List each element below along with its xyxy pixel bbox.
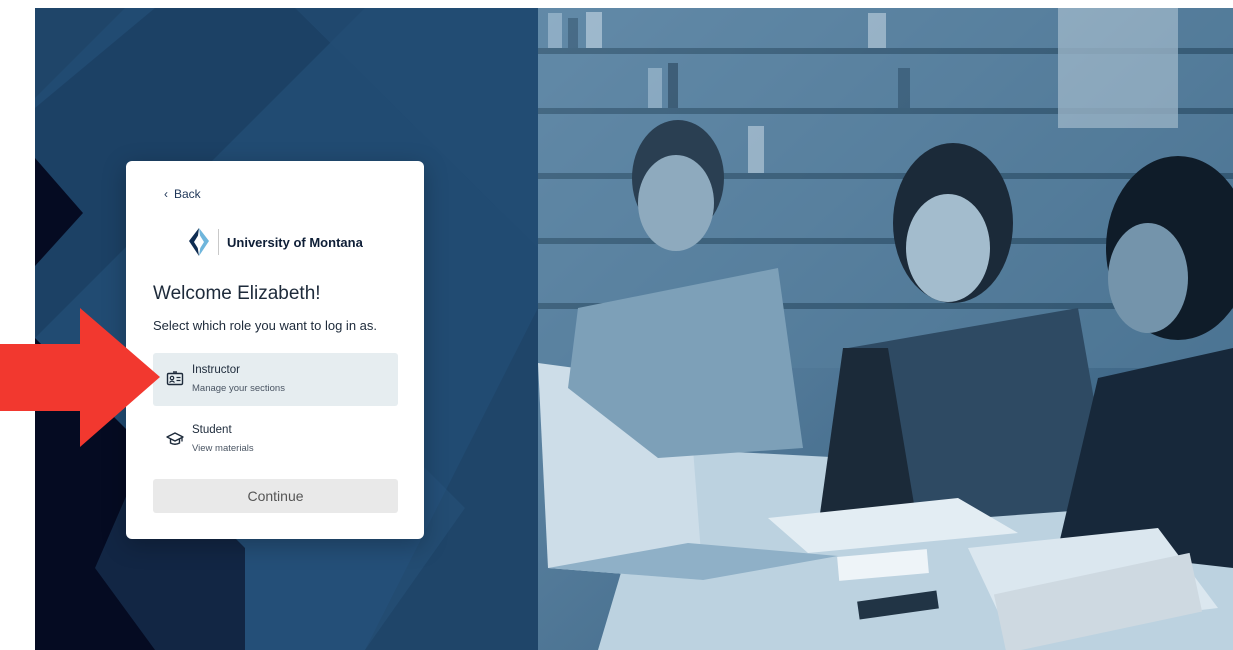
annotation-arrow-icon <box>0 308 160 447</box>
role-description: Manage your sections <box>192 383 285 394</box>
role-description: View materials <box>192 443 254 454</box>
login-page: ‹ Back University of Montana Welcome Eli… <box>35 8 1233 650</box>
students-photo <box>538 8 1233 650</box>
students-photo-illustration <box>538 8 1233 650</box>
university-name: University of Montana <box>227 234 363 250</box>
logo-divider <box>218 229 219 255</box>
university-logo: University of Montana <box>186 225 363 259</box>
